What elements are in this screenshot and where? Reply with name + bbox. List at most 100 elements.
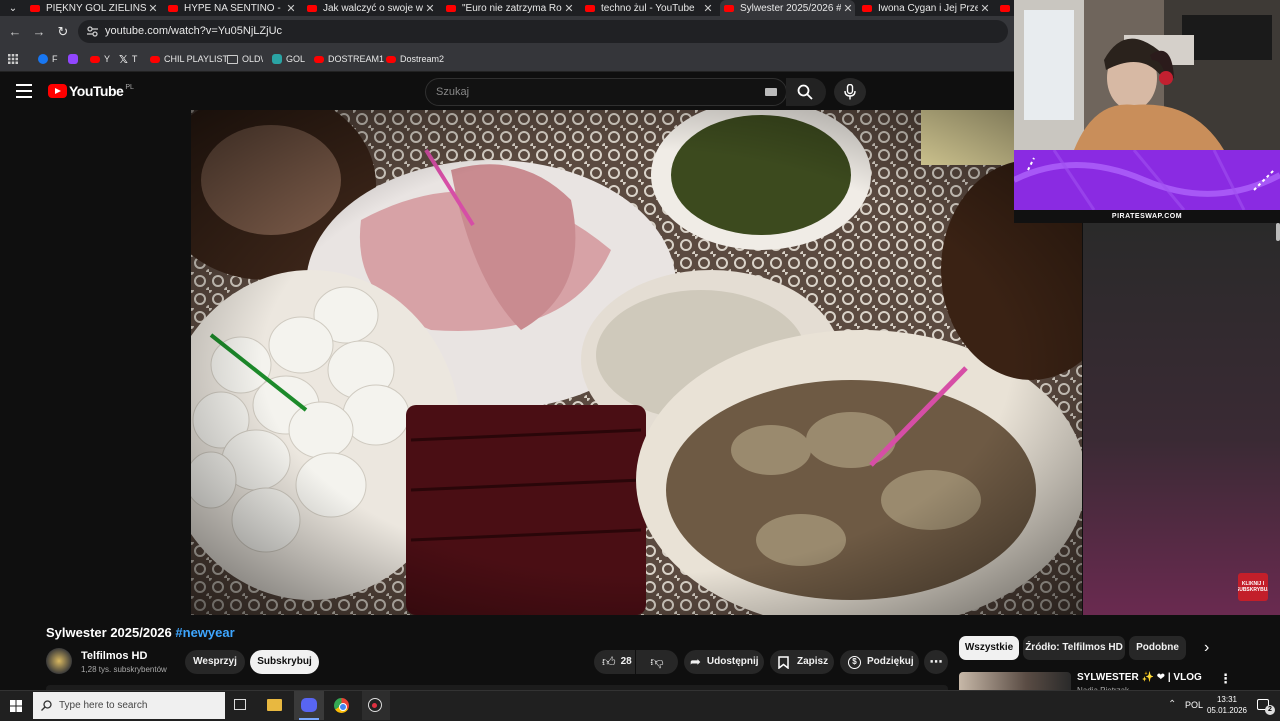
browser-tab[interactable]: Iwona Cygan i Jej Przeraż ✕ bbox=[858, 0, 992, 16]
windows-start-icon[interactable] bbox=[10, 700, 22, 712]
bookmark-dostream1[interactable]: DOSTREAM1 bbox=[314, 47, 384, 71]
dislike-button[interactable]: 👎︎ bbox=[636, 650, 678, 674]
video-player[interactable] bbox=[191, 110, 1082, 615]
x-icon: 𝕏 bbox=[119, 53, 128, 66]
youtube-icon bbox=[314, 55, 324, 63]
sponsor-banner[interactable]: PIRATESWAP.COM bbox=[1012, 149, 1280, 223]
video-info-area: Sylwester 2025/2026 #newyear Telfilmos H… bbox=[0, 615, 1280, 690]
bookmark-gol[interactable]: GOL bbox=[272, 47, 305, 71]
youtube-tab-icon bbox=[1000, 4, 1010, 12]
channel-name[interactable]: Telfilmos HD bbox=[81, 650, 147, 662]
bookmark-folder-old[interactable]: OLD\ bbox=[227, 47, 263, 71]
microphone-icon bbox=[844, 84, 856, 100]
subscribe-badge: KLIKNIJ I SUBSKRYBUJ bbox=[1238, 573, 1268, 601]
discord-icon bbox=[301, 698, 317, 712]
language-indicator[interactable]: POL bbox=[1185, 700, 1203, 710]
recommended-menu-icon[interactable]: ⋮ bbox=[1219, 671, 1232, 687]
url-text: youtube.com/watch?v=Yu05NjLZjUc bbox=[105, 25, 283, 37]
task-view-icon[interactable] bbox=[234, 699, 246, 710]
voice-search-button[interactable] bbox=[834, 78, 866, 106]
browser-toolbar: ← → ↻ youtube.com/watch?v=Yu05NjLZjUc bbox=[0, 16, 1014, 47]
close-tab-icon[interactable]: ✕ bbox=[423, 2, 437, 15]
bookmark-icon bbox=[778, 655, 789, 669]
bookmark-x[interactable]: 𝕏 T bbox=[119, 47, 137, 71]
browser-tab-active[interactable]: Sylwester 2025/2026 #ne ✕ bbox=[720, 0, 855, 16]
youtube-icon bbox=[90, 55, 100, 63]
subscriber-count: 1,28 tys. subskrybentów bbox=[81, 665, 167, 674]
chip-source[interactable]: Źródło: Telfilmos HD bbox=[1023, 636, 1125, 660]
keyboard-icon[interactable] bbox=[765, 88, 777, 96]
bookmark-chil-playlist[interactable]: CHIL PLAYLIST bbox=[150, 47, 228, 71]
youtube-tab-icon bbox=[724, 4, 734, 12]
reload-icon[interactable]: ↻ bbox=[53, 16, 73, 47]
youtube-logo[interactable]: YouTube PL bbox=[48, 83, 134, 99]
share-icon: ➦ bbox=[690, 654, 701, 669]
thanks-dollar-icon: $ bbox=[848, 655, 861, 669]
close-tab-icon[interactable]: ✕ bbox=[146, 2, 160, 15]
stream-side-panel: KLIKNIJ I SUBSKRYBUJ bbox=[1083, 223, 1280, 615]
chevron-right-icon[interactable]: › bbox=[1204, 639, 1209, 657]
share-button[interactable]: ➦ Udostępnij bbox=[684, 650, 764, 674]
clock[interactable]: 13:31 05.01.2026 bbox=[1205, 694, 1249, 716]
browser-tab[interactable]: HYPE NA SENTINO - OSZ ✕ bbox=[164, 0, 298, 16]
browser-tab[interactable]: techno żul - YouTube ✕ bbox=[581, 0, 715, 16]
search-icon bbox=[41, 700, 52, 711]
bookmarks-bar: F Y 𝕏 T CHIL PLAYLIST OLD\ GOL DOSTREAM1… bbox=[0, 47, 1014, 72]
hashtag-link[interactable]: #newyear bbox=[175, 625, 234, 640]
browser-tab[interactable]: Jak walczyć o swoje w życ ✕ bbox=[303, 0, 437, 16]
search-icon bbox=[797, 84, 813, 100]
forward-icon[interactable]: → bbox=[29, 16, 49, 47]
close-tab-icon[interactable]: ✕ bbox=[701, 2, 715, 15]
thanks-button[interactable]: $ Podziękuj bbox=[840, 650, 919, 674]
youtube-header: YouTube PL Szukaj bbox=[0, 72, 1014, 110]
chrome-icon[interactable] bbox=[334, 698, 349, 713]
browser-tab[interactable]: "Euro nie zatrzyma Rosji ✕ bbox=[442, 0, 576, 16]
tray-chevron-icon[interactable]: ⌃ bbox=[1168, 699, 1176, 710]
youtube-icon bbox=[150, 55, 160, 63]
video-title: Sylwester 2025/2026 #newyear bbox=[46, 625, 235, 640]
close-tab-icon[interactable]: ✕ bbox=[978, 2, 992, 15]
recommended-title[interactable]: SYLWESTER ✨ ❤ | VLOG bbox=[1077, 672, 1202, 683]
gol-icon bbox=[272, 54, 282, 64]
bookmark-facebook[interactable]: F bbox=[38, 47, 58, 71]
bookmark-youtube[interactable]: Y bbox=[90, 47, 110, 71]
search-input[interactable]: Szukaj bbox=[425, 78, 787, 106]
video-frame-image bbox=[191, 110, 1082, 615]
tab-strip: ⌄ PIĘKNY GOL ZIELIŃSKIEG ✕ HYPE NA SENTI… bbox=[0, 0, 1014, 16]
bookmark-twitch[interactable] bbox=[68, 47, 82, 71]
windows-taskbar: Type here to search ⌃ POL 13:31 05.01.20… bbox=[0, 690, 1280, 721]
search-button[interactable] bbox=[786, 78, 826, 106]
more-actions-icon[interactable]: ⋯ bbox=[924, 650, 948, 674]
channel-avatar[interactable] bbox=[46, 648, 72, 674]
close-tab-icon[interactable]: ✕ bbox=[284, 2, 298, 15]
like-button[interactable]: 👍︎ 28 bbox=[594, 650, 635, 674]
webcam-overlay bbox=[1014, 0, 1280, 150]
youtube-icon bbox=[386, 55, 396, 63]
chip-all[interactable]: Wszystkie bbox=[959, 636, 1019, 660]
browser-tab[interactable]: PIĘKNY GOL ZIELIŃSKIEG ✕ bbox=[26, 0, 160, 16]
site-info-icon[interactable] bbox=[86, 25, 99, 38]
youtube-tab-icon bbox=[585, 4, 595, 12]
back-icon[interactable]: ← bbox=[5, 16, 25, 47]
menu-icon[interactable] bbox=[16, 84, 32, 98]
close-tab-icon[interactable]: ✕ bbox=[562, 2, 576, 15]
thumbs-up-icon: 👍︎ bbox=[602, 654, 616, 669]
close-tab-icon[interactable]: ✕ bbox=[841, 2, 855, 15]
bookmark-dostream2[interactable]: Dostream2 bbox=[386, 47, 444, 71]
discord-taskbar-button[interactable] bbox=[294, 691, 324, 720]
apps-grid-icon[interactable] bbox=[8, 47, 18, 71]
taskbar-search-box[interactable]: Type here to search bbox=[33, 692, 225, 719]
obs-taskbar-button[interactable] bbox=[362, 691, 390, 720]
youtube-logo-icon bbox=[48, 84, 67, 98]
chip-similar[interactable]: Podobne bbox=[1129, 636, 1186, 660]
browser-tab-partial[interactable] bbox=[996, 0, 1014, 16]
tab-search-button[interactable]: ⌄ bbox=[0, 0, 26, 16]
address-bar[interactable]: youtube.com/watch?v=Yu05NjLZjUc bbox=[78, 20, 1008, 43]
save-button[interactable]: Zapisz bbox=[770, 650, 834, 674]
file-explorer-icon[interactable] bbox=[267, 699, 282, 711]
recommended-thumbnail[interactable] bbox=[959, 672, 1071, 690]
notification-count-badge: 2 bbox=[1265, 705, 1275, 715]
subscribe-button[interactable]: Subskrybuj bbox=[250, 650, 319, 674]
scrollbar-thumb[interactable] bbox=[1276, 223, 1280, 241]
support-button[interactable]: Wesprzyj bbox=[185, 650, 245, 674]
